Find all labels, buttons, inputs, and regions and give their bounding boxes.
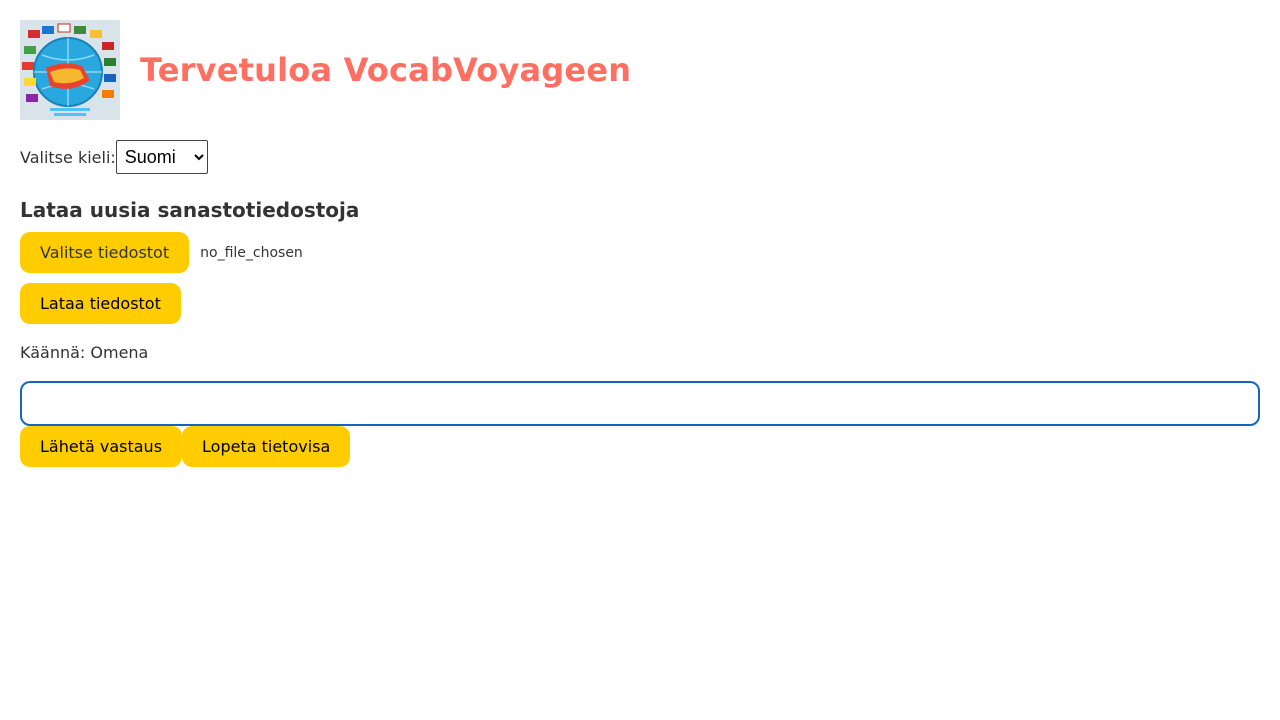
page-title: Tervetuloa VocabVoyageen [140, 51, 632, 89]
upload-files-button[interactable]: Lataa tiedostot [20, 283, 181, 324]
file-picker-row: Valitse tiedostot no_file_chosen [20, 232, 1260, 273]
file-status: no_file_chosen [200, 244, 303, 261]
upload-heading: Lataa uusia sanastotiedostoja [20, 198, 360, 222]
header: Tervetuloa VocabVoyageen [20, 20, 1260, 120]
language-select[interactable]: Suomi [115, 140, 208, 174]
stop-quiz-button[interactable]: Lopeta tietovisa [182, 426, 351, 467]
quiz-prompt: Käännä: Omena [20, 343, 149, 362]
upload-row: Lataa tiedostot [20, 283, 1260, 324]
globe-flags-logo-icon [20, 20, 120, 120]
answer-input[interactable] [20, 381, 1260, 426]
page: Tervetuloa VocabVoyageen Valitse kieli: … [0, 0, 1280, 720]
submit-answer-button[interactable]: Lähetä vastaus [20, 426, 183, 467]
language-row: Valitse kieli: Suomi [20, 140, 1260, 174]
quiz-actions: Lähetä vastaus Lopeta tietovisa [20, 426, 1260, 467]
choose-files-button[interactable]: Valitse tiedostot [20, 232, 190, 273]
language-label: Valitse kieli: [20, 147, 116, 167]
